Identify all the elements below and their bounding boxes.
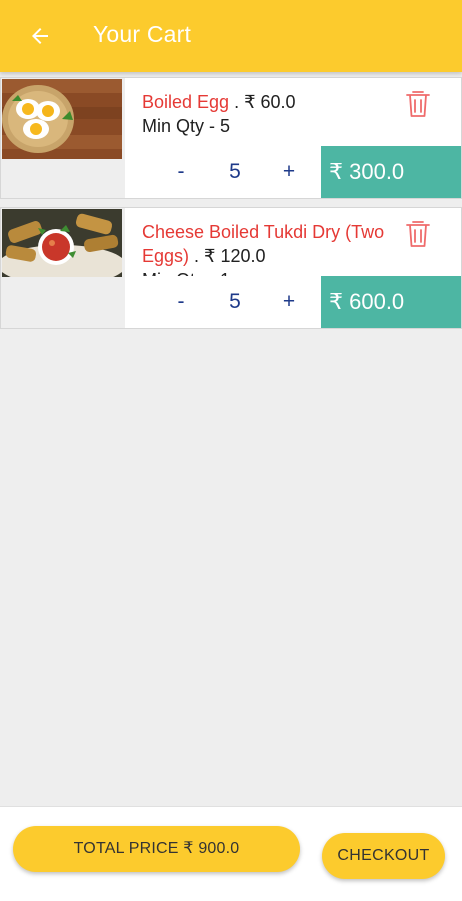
item-name[interactable]: Boiled Egg [142, 92, 229, 112]
cart-item: Cheese Boiled Tukdi Dry (Two Eggs) . ₹ 1… [0, 207, 462, 329]
quantity-stepper: - 5 + [125, 276, 321, 328]
cart-item: Boiled Egg . ₹ 60.0 Min Qty - 5 - 5 + ₹ … [0, 77, 462, 199]
trash-icon [406, 221, 430, 247]
item-min-qty: Min Qty - 1 [142, 268, 230, 276]
item-info: Cheese Boiled Tukdi Dry (Two Eggs) . ₹ 1… [125, 208, 461, 276]
quantity-stepper: - 5 + [125, 146, 321, 198]
item-total-price: ₹ 600.0 [321, 276, 461, 328]
item-total-price: ₹ 300.0 [321, 146, 461, 198]
increase-qty-button[interactable]: + [277, 288, 301, 316]
page-title: Your Cart [93, 21, 192, 47]
back-button[interactable] [24, 20, 56, 52]
app-bar: Your Cart [0, 0, 462, 72]
total-price-badge: TOTAL PRICE ₹ 900.0 [13, 826, 300, 872]
decrease-qty-button[interactable]: - [169, 288, 193, 316]
arrow-left-icon [32, 28, 48, 44]
boiled-egg-photo [2, 79, 122, 159]
item-price: . ₹ 120.0 [189, 246, 266, 266]
checkout-button[interactable]: CHECKOUT [322, 833, 445, 879]
item-price: . ₹ 60.0 [229, 92, 296, 112]
bottom-bar: TOTAL PRICE ₹ 900.0 CHECKOUT [0, 806, 462, 901]
item-min-qty: Min Qty - 5 [142, 116, 231, 136]
cheese-tukdi-photo [2, 209, 122, 277]
trash-icon [406, 91, 430, 117]
decrease-qty-button[interactable]: - [169, 158, 193, 186]
quantity-value: 5 [229, 290, 241, 313]
delete-button[interactable] [405, 219, 431, 249]
quantity-value: 5 [229, 160, 241, 183]
increase-qty-button[interactable]: + [277, 158, 301, 186]
cart-list: Boiled Egg . ₹ 60.0 Min Qty - 5 - 5 + ₹ … [0, 77, 462, 337]
item-info: Boiled Egg . ₹ 60.0 Min Qty - 5 [125, 78, 461, 146]
delete-button[interactable] [405, 89, 431, 119]
